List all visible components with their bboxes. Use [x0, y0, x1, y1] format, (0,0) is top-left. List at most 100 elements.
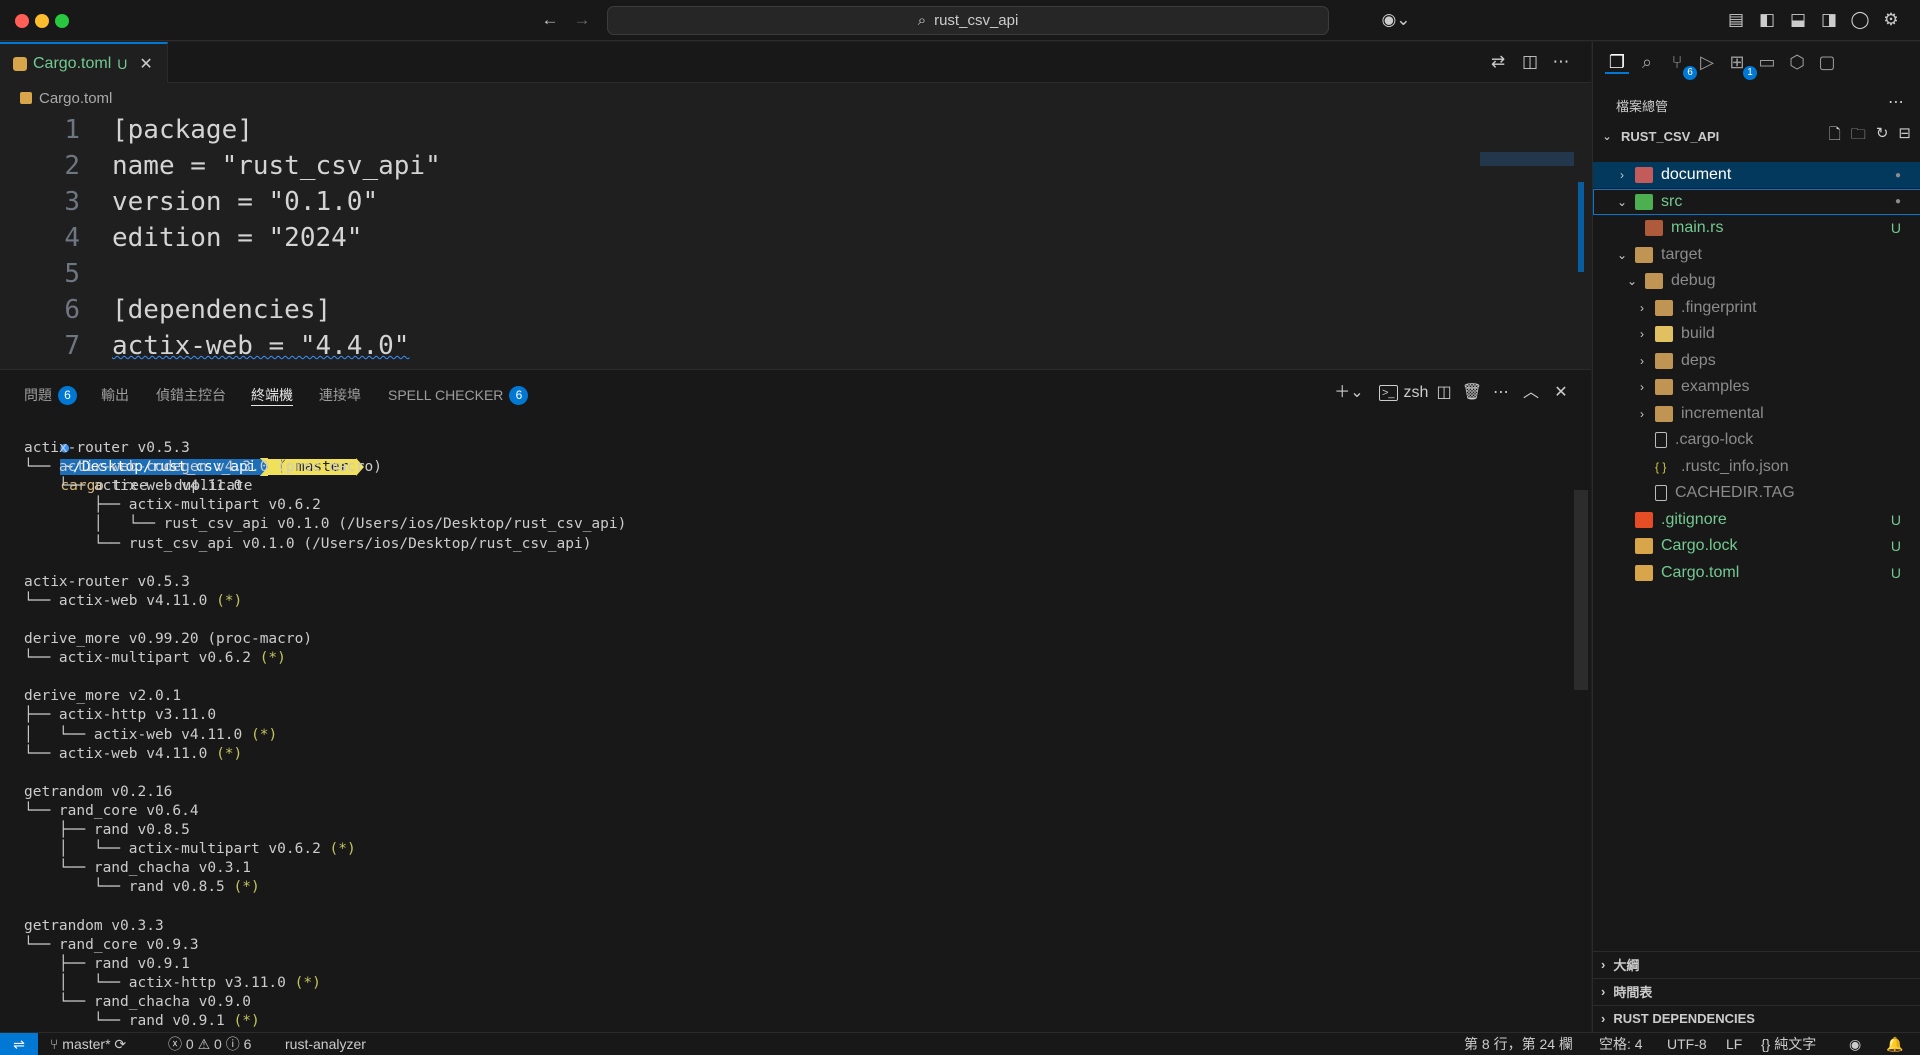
- new-terminal-icon[interactable]: ＋⌄: [1333, 382, 1365, 404]
- tree-item-label: main.rs: [1671, 219, 1724, 236]
- tree-item[interactable]: › incremental: [1593, 401, 1920, 427]
- split-terminal-icon[interactable]: ◫: [1433, 382, 1455, 404]
- explorer-more-icon[interactable]: ⋯: [1888, 92, 1904, 112]
- terminal-line: getrandom v0.3.3: [24, 917, 164, 934]
- sidebar-section[interactable]: › RUST DEPENDENCIES: [1593, 1005, 1920, 1031]
- code-editor[interactable]: 1 [package] 2 name = "rust_csv_api" 3 version…: [0, 112, 1480, 369]
- tree-item[interactable]: › deps: [1593, 348, 1920, 374]
- tree-item[interactable]: .cargo-lock: [1593, 427, 1920, 453]
- tree-item[interactable]: Cargo.lock U: [1593, 533, 1920, 559]
- terminal-shell-selector[interactable]: >_ zsh: [1379, 382, 1439, 404]
- chevron-down-icon: ⌄: [1616, 247, 1628, 262]
- panel-tab[interactable]: 輸出: [101, 384, 129, 406]
- close-tab-icon[interactable]: ✕: [139, 54, 152, 74]
- indentation[interactable]: 空格: 4: [1599, 1033, 1643, 1055]
- terminal-line-text: │ └── actix-http v3.11.0: [24, 974, 295, 991]
- terminal-line: └── actix-web-codegen v4.3.0 (proc-macro…: [24, 459, 382, 476]
- open-changes-icon[interactable]: ⇄: [1488, 52, 1508, 72]
- notifications-bell-icon[interactable]: 🔔: [1886, 1033, 1903, 1055]
- settings-gear-icon[interactable]: ⚙: [1881, 10, 1901, 30]
- terminal-line: getrandom v0.2.16: [24, 783, 173, 800]
- sidebar-section[interactable]: › 大綱: [1593, 951, 1920, 977]
- maximize-panel-icon[interactable]: ︿: [1520, 382, 1542, 404]
- terminal-line: │ └── actix-web v4.11.0 (*): [24, 726, 277, 745]
- cursor-position[interactable]: 第 8 行，第 24 欄: [1464, 1033, 1573, 1055]
- rust-analyzer-status[interactable]: rust-analyzer: [285, 1033, 366, 1055]
- line-text: edition = "2024": [112, 223, 363, 253]
- tree-item[interactable]: Cargo.toml U: [1593, 560, 1920, 586]
- terminal-line-text: │ └── actix-multipart v0.6.2: [24, 841, 330, 858]
- account-icon[interactable]: ◯: [1850, 10, 1870, 30]
- close-window-button[interactable]: [15, 14, 29, 28]
- more-actions-icon[interactable]: ⋯: [1551, 52, 1571, 72]
- panel-tab[interactable]: 問題 6: [24, 384, 77, 406]
- toggle-panel-icon[interactable]: ⬓: [1788, 10, 1808, 30]
- tree-item[interactable]: ⌄ target: [1593, 242, 1920, 268]
- tree-item[interactable]: CACHEDIR.TAG: [1593, 480, 1920, 506]
- terminal-scrollbar[interactable]: [1574, 490, 1588, 690]
- split-editor-icon[interactable]: ◫: [1520, 52, 1540, 72]
- end-of-line[interactable]: LF: [1726, 1033, 1742, 1055]
- language-mode[interactable]: {} 純文字: [1761, 1033, 1816, 1055]
- forward-arrow-icon[interactable]: →: [572, 10, 592, 30]
- close-panel-icon[interactable]: ✕: [1550, 382, 1572, 404]
- language-label: 純文字: [1774, 1036, 1817, 1052]
- minimap[interactable]: [1480, 112, 1576, 369]
- remote-indicator-icon[interactable]: ⇌: [0, 1033, 38, 1055]
- tab-label: Cargo.toml: [33, 54, 112, 72]
- source-control-icon[interactable]: ⑂ 6: [1665, 50, 1697, 80]
- back-arrow-icon[interactable]: ←: [540, 10, 560, 30]
- new-file-icon[interactable]: 🗋: [1829, 124, 1841, 149]
- tree-item[interactable]: .gitignore U: [1593, 507, 1920, 533]
- refresh-icon[interactable]: ↻: [1876, 124, 1889, 149]
- terminal-line: actix-router v0.5.3: [24, 440, 190, 456]
- extensions-icon[interactable]: ⊞ 1: [1725, 50, 1757, 80]
- tree-item[interactable]: { } .rustc_info.json: [1593, 454, 1920, 480]
- tree-item-label: debug: [1671, 272, 1716, 289]
- tree-item[interactable]: › .fingerprint: [1593, 295, 1920, 321]
- toggle-primary-sidebar-icon[interactable]: ◧: [1757, 10, 1777, 30]
- panel-tab-label: 終端機: [251, 386, 293, 403]
- tree-item[interactable]: main.rs U: [1593, 215, 1920, 241]
- containers-icon[interactable]: ⬡: [1785, 50, 1809, 74]
- problems-status[interactable]: ⓧ 0 ⚠ 0 ⓘ 6: [168, 1033, 251, 1055]
- chat-icon[interactable]: ▢: [1815, 50, 1839, 74]
- panel-tab[interactable]: 偵錯主控台: [156, 384, 226, 406]
- panel-tab[interactable]: SPELL CHECKER 6: [388, 384, 529, 406]
- kill-terminal-icon[interactable]: 🗑: [1461, 382, 1483, 404]
- tree-item[interactable]: › examples: [1593, 374, 1920, 400]
- more-terminal-actions-icon[interactable]: ⋯: [1490, 382, 1512, 404]
- section-label: 大綱: [1613, 958, 1640, 973]
- search-icon[interactable]: ⌕: [1635, 50, 1659, 74]
- new-folder-icon[interactable]: 🗀: [1851, 124, 1866, 149]
- copilot-icon[interactable]: ◉⌄: [1378, 10, 1414, 30]
- tree-item[interactable]: › document ●: [1593, 162, 1920, 188]
- dedupe-marker: (*): [250, 726, 278, 743]
- git-branch-status[interactable]: ⑂ master* ⟳: [50, 1033, 126, 1055]
- explorer-files-icon[interactable]: ❐: [1605, 50, 1629, 74]
- sidebar-section[interactable]: › 時間表: [1593, 978, 1920, 1004]
- copilot-status-icon[interactable]: ◉: [1849, 1033, 1861, 1055]
- collapse-all-icon[interactable]: ⊟: [1898, 124, 1911, 149]
- tree-item[interactable]: ⌄ src ●: [1593, 188, 1920, 215]
- branch-name: master*: [62, 1036, 111, 1052]
- run-debug-icon[interactable]: ▷: [1695, 50, 1719, 74]
- info-icon: ⓘ: [225, 1036, 244, 1052]
- breadcrumb[interactable]: Cargo.toml: [20, 87, 112, 109]
- folder-special-icon: [1635, 167, 1653, 183]
- encoding[interactable]: UTF-8: [1667, 1033, 1707, 1055]
- toggle-secondary-sidebar-icon[interactable]: ◨: [1819, 10, 1839, 30]
- customize-layout-icon[interactable]: ▤: [1726, 10, 1746, 30]
- maximize-window-button[interactable]: [55, 14, 69, 28]
- panel-tab[interactable]: 連接埠: [319, 384, 361, 406]
- project-header[interactable]: ⌄ RUST_CSV_API 🗋 🗀 ↻ ⊟: [1593, 124, 1920, 148]
- minimize-window-button[interactable]: [35, 14, 49, 28]
- terminal-output[interactable]: ● ~/Desktop/rust_csv_api ᚴ master cargo t…: [0, 420, 1570, 1033]
- tree-item[interactable]: ⌄ debug: [1593, 268, 1920, 294]
- panel-tab[interactable]: 終端機: [251, 384, 293, 406]
- remote-explorer-icon[interactable]: ▭: [1755, 50, 1779, 74]
- tree-item[interactable]: › build: [1593, 321, 1920, 347]
- tab-cargo-toml[interactable]: Cargo.toml U ✕: [0, 42, 168, 83]
- command-center-search[interactable]: ⌕ rust_csv_api: [607, 6, 1329, 35]
- editor-scrollbar[interactable]: [1578, 182, 1584, 272]
